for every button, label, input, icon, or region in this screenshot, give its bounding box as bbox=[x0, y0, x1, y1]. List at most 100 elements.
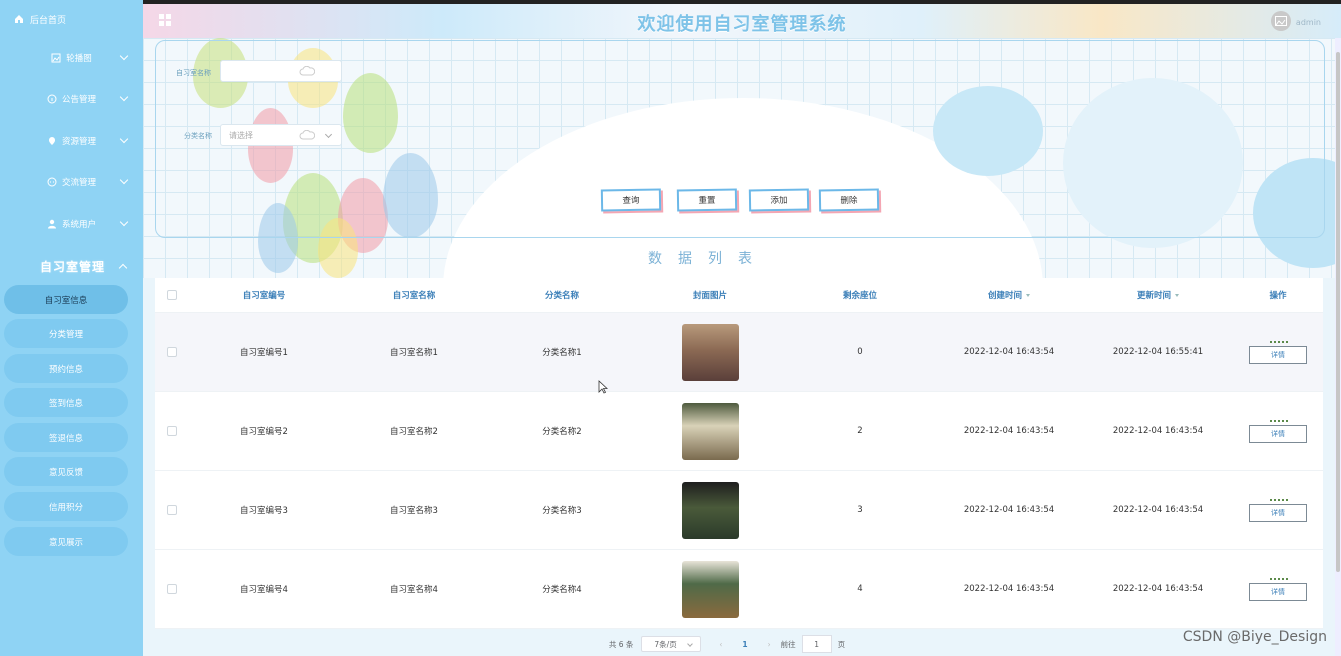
sidebar-home[interactable]: 后台首页 bbox=[0, 4, 143, 34]
scrollbar-thumb[interactable] bbox=[1336, 52, 1340, 572]
submenu-checkin[interactable]: 签到信息 bbox=[4, 388, 128, 417]
room-name-input[interactable] bbox=[220, 60, 342, 82]
mouse-cursor-icon bbox=[598, 380, 608, 394]
next-page-button[interactable]: › bbox=[768, 640, 771, 649]
search-button[interactable]: 查询 bbox=[600, 188, 662, 212]
add-button[interactable]: 添加 bbox=[748, 188, 810, 212]
top-header: 欢迎使用自习室管理系统 admin bbox=[143, 0, 1341, 42]
cloud-icon bbox=[299, 66, 315, 76]
sidebar-group-title[interactable]: 自习室管理 bbox=[40, 258, 105, 275]
pin-icon bbox=[48, 137, 55, 145]
submenu-reservation[interactable]: 预约信息 bbox=[4, 354, 128, 383]
detail-button[interactable]: 详情 bbox=[1249, 341, 1307, 364]
cell-category: 分类名称3 bbox=[542, 506, 582, 516]
row-checkbox[interactable] bbox=[155, 426, 189, 436]
category-select[interactable]: 请选择 bbox=[220, 124, 342, 146]
chevron-down-icon bbox=[119, 92, 129, 102]
room-name-label: 自习室名称 bbox=[176, 69, 211, 77]
delete-button[interactable]: 删除 bbox=[818, 188, 880, 212]
prev-page-button[interactable]: ‹ bbox=[719, 640, 722, 649]
search-panel: 自习室名称 分类名称 请选择 查询 重置 添加 删除 bbox=[155, 40, 1325, 238]
select-all-checkbox[interactable] bbox=[155, 290, 189, 300]
row-checkbox[interactable] bbox=[155, 584, 189, 594]
column-header-sortable[interactable]: 更新时间 bbox=[1083, 289, 1233, 301]
detail-button[interactable]: 详情 bbox=[1249, 578, 1307, 601]
sidebar-item-resource[interactable]: 资源管理 bbox=[0, 126, 143, 156]
sort-icon[interactable] bbox=[1026, 294, 1030, 297]
page-number[interactable]: 1 bbox=[742, 640, 747, 649]
image-icon bbox=[1275, 16, 1287, 26]
chevron-down-icon bbox=[119, 217, 129, 227]
list-title: 数据列表 bbox=[648, 251, 768, 267]
sidebar-item-chat[interactable]: 交流管理 bbox=[0, 167, 143, 197]
goto-page-input[interactable]: 1 bbox=[801, 635, 832, 653]
page-title: 欢迎使用自习室管理系统 bbox=[637, 14, 847, 35]
sidebar-item-label: 轮播图 bbox=[66, 54, 92, 64]
cell-created: 2022-12-04 16:43:54 bbox=[963, 584, 1055, 594]
column-header: 自习室编号 bbox=[242, 291, 286, 301]
cell-created: 2022-12-04 16:43:54 bbox=[963, 505, 1055, 515]
cell-category: 分类名称1 bbox=[542, 348, 582, 358]
chat-icon bbox=[47, 177, 57, 187]
cell-room-no: 自习室编号1 bbox=[240, 348, 288, 358]
cell-updated: 2022-12-04 16:43:54 bbox=[1112, 505, 1204, 515]
cover-image[interactable] bbox=[681, 481, 739, 539]
sort-icon[interactable] bbox=[1175, 294, 1179, 297]
column-header: 操作 bbox=[1269, 291, 1287, 301]
cover-image[interactable] bbox=[681, 560, 739, 618]
goto-label: 前往 bbox=[780, 639, 796, 649]
page-unit-label: 页 bbox=[837, 639, 846, 649]
cell-seats: 4 bbox=[857, 584, 863, 594]
cover-image[interactable] bbox=[681, 402, 739, 460]
detail-button[interactable]: 详情 bbox=[1249, 420, 1307, 443]
submenu-feedback-display[interactable]: 意见展示 bbox=[4, 527, 128, 556]
column-header-sortable[interactable]: 创建时间 bbox=[935, 289, 1083, 301]
column-header: 分类名称 bbox=[544, 291, 579, 301]
table-row[interactable]: 自习室编号4 自习室名称4 分类名称4 4 2022-12-04 16:43:5… bbox=[155, 550, 1323, 629]
submenu-credit[interactable]: 信用积分 bbox=[4, 492, 128, 521]
detail-button[interactable]: 详情 bbox=[1249, 499, 1307, 522]
submenu-room-info[interactable]: 自习室信息 bbox=[4, 285, 128, 314]
sidebar-item-label: 公告管理 bbox=[61, 95, 96, 105]
page-size-select[interactable]: 7条/页 bbox=[641, 636, 702, 652]
cell-room-no: 自习室编号3 bbox=[240, 506, 288, 516]
cell-room-name: 自习室名称4 bbox=[390, 585, 438, 595]
cover-image[interactable] bbox=[681, 323, 739, 381]
table-row[interactable]: 自习室编号2 自习室名称2 分类名称2 2 2022-12-04 16:43:5… bbox=[155, 392, 1323, 471]
image-icon bbox=[51, 53, 61, 63]
cell-created: 2022-12-04 16:43:54 bbox=[963, 426, 1055, 436]
username[interactable]: admin bbox=[1296, 18, 1321, 27]
cell-room-no: 自习室编号2 bbox=[240, 427, 288, 437]
submenu-checkout[interactable]: 签退信息 bbox=[4, 423, 128, 452]
sidebar-item-notice[interactable]: 公告管理 bbox=[0, 84, 143, 114]
column-header: 封面图片 bbox=[692, 291, 727, 301]
user-icon bbox=[47, 219, 56, 229]
category-placeholder: 请选择 bbox=[229, 130, 253, 140]
cell-updated: 2022-12-04 16:43:54 bbox=[1112, 584, 1204, 594]
sidebar-item-carousel[interactable]: 轮播图 bbox=[0, 43, 143, 73]
pager-total: 共 6 条 bbox=[608, 639, 634, 649]
table-row[interactable]: 自习室编号1 自习室名称1 分类名称1 0 2022-12-04 16:43:5… bbox=[155, 313, 1323, 392]
submenu-category[interactable]: 分类管理 bbox=[4, 319, 128, 348]
cell-updated: 2022-12-04 16:55:41 bbox=[1112, 347, 1204, 357]
cell-category: 分类名称4 bbox=[542, 585, 582, 595]
main-content: 自习室名称 分类名称 请选择 查询 重置 添加 删除 数据列表 自习室编号 自习… bbox=[143, 38, 1335, 656]
reset-button[interactable]: 重置 bbox=[676, 188, 738, 212]
pagination: 共 6 条 7条/页 ‹ 1 › 前往 1 页 bbox=[143, 634, 1311, 654]
cell-updated: 2022-12-04 16:43:54 bbox=[1112, 426, 1204, 436]
chevron-up-icon bbox=[118, 263, 128, 273]
cell-seats: 2 bbox=[857, 426, 863, 436]
sidebar-home-label: 后台首页 bbox=[30, 15, 67, 26]
table-row[interactable]: 自习室编号3 自习室名称3 分类名称3 3 2022-12-04 16:43:5… bbox=[155, 471, 1323, 550]
row-checkbox[interactable] bbox=[155, 347, 189, 357]
sidebar-item-users[interactable]: 系统用户 bbox=[0, 209, 143, 239]
chevron-down-icon bbox=[119, 51, 129, 61]
sidebar-item-label: 资源管理 bbox=[61, 137, 96, 147]
submenu-feedback[interactable]: 意见反馈 bbox=[4, 457, 128, 486]
avatar[interactable] bbox=[1271, 11, 1291, 31]
column-header-label: 创建时间 bbox=[987, 291, 1022, 301]
home-icon bbox=[15, 15, 23, 23]
vertical-scrollbar[interactable] bbox=[1335, 38, 1341, 656]
row-checkbox[interactable] bbox=[155, 505, 189, 515]
column-header-label: 更新时间 bbox=[1136, 291, 1171, 301]
